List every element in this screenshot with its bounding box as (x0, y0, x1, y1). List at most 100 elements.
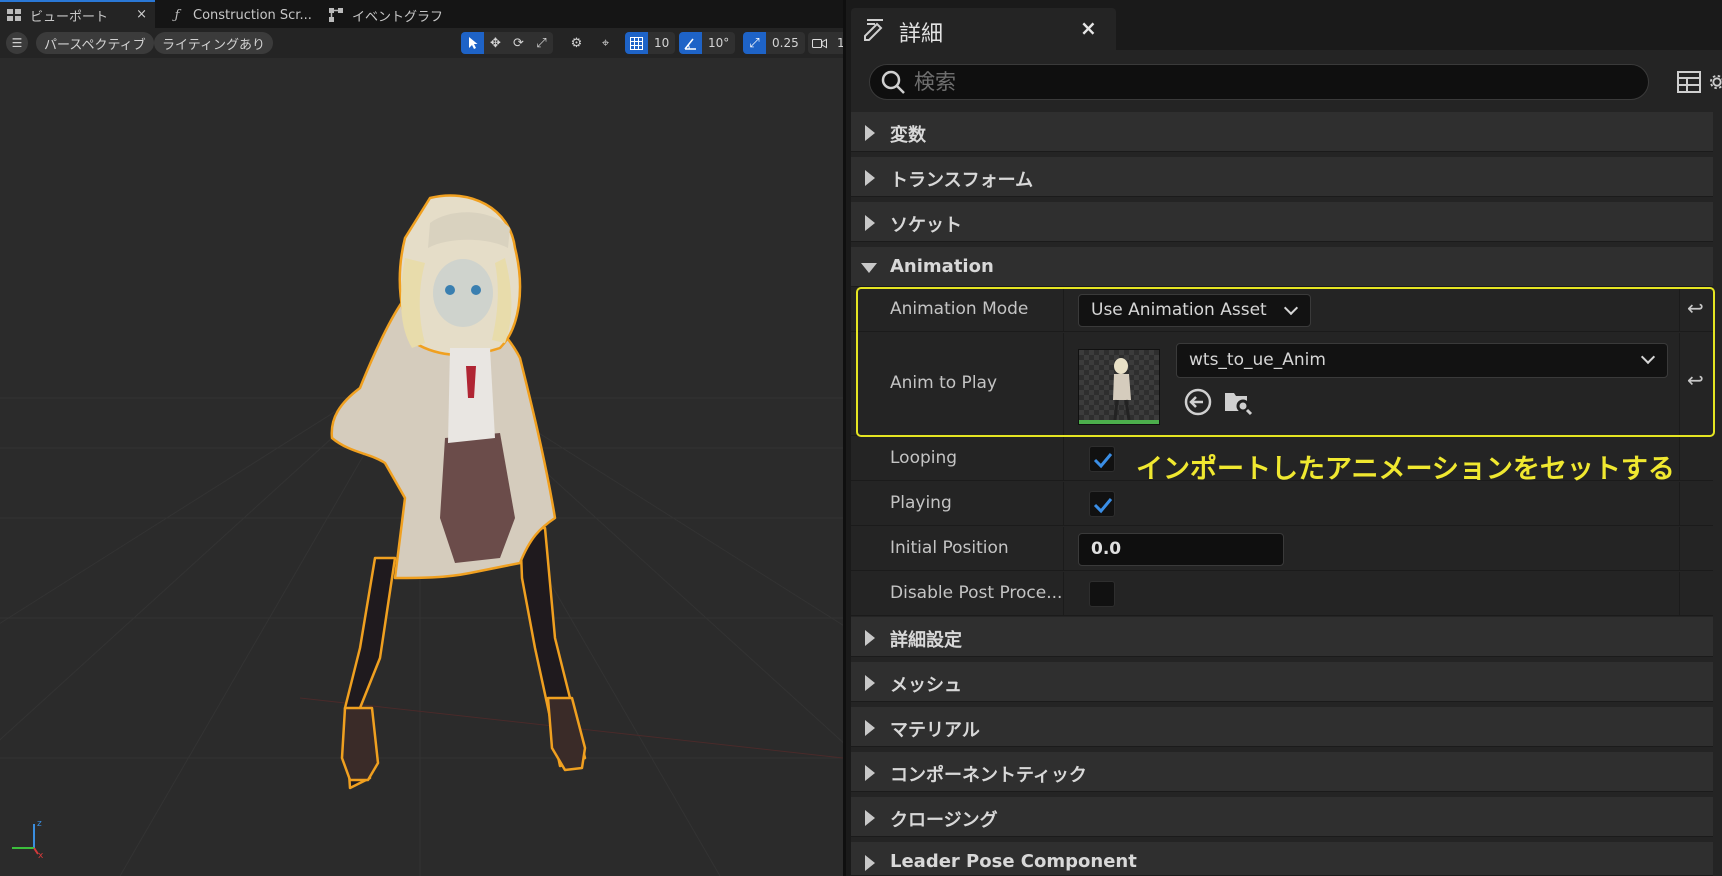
viewport-panel: ビューポート × ƒ Construction Scr... イベントグラフ ☰… (0, 0, 843, 876)
section-label: Leader Pose Component (890, 851, 1137, 872)
section-mesh[interactable]: メッシュ (851, 662, 1713, 702)
camera-speed-value[interactable]: 1 (831, 32, 843, 54)
rotate-tool-icon[interactable]: ⟳ (507, 32, 530, 54)
column-divider (1679, 482, 1680, 525)
tab-construction-script[interactable]: ƒ Construction Scr... (163, 2, 313, 28)
section-label: ソケット (890, 215, 962, 236)
section-materials[interactable]: マテリアル (851, 707, 1713, 747)
editor-window: ビューポート × ƒ Construction Scr... イベントグラフ ☰… (0, 0, 1722, 876)
expand-arrow-icon (865, 215, 875, 231)
rotation-snap-group: 10° (679, 32, 736, 54)
section-label: マテリアル (890, 720, 980, 741)
rotation-snap-value[interactable]: 10° (702, 32, 736, 54)
section-sockets[interactable]: ソケット (851, 202, 1713, 242)
search-input[interactable] (914, 67, 1634, 97)
svg-text:x: x (38, 851, 44, 858)
tab-label: イベントグラフ (352, 9, 444, 25)
graph-icon (328, 7, 344, 23)
section-transform[interactable]: トランスフォーム (851, 157, 1713, 197)
browse-asset-icon[interactable] (1223, 387, 1253, 417)
select-tool-icon[interactable] (461, 32, 484, 54)
section-label: トランスフォーム (890, 170, 1034, 191)
expand-arrow-icon (865, 810, 875, 826)
initial-position-input[interactable]: 0.0 (1078, 533, 1284, 566)
annotation-text: インポートしたアニメーションをセットする (1136, 454, 1675, 485)
looping-checkbox[interactable] (1089, 446, 1115, 472)
hamburger-menu-icon[interactable]: ☰ (6, 32, 28, 54)
anim-to-play-dropdown[interactable]: wts_to_ue_Anim (1176, 343, 1668, 378)
section-animation[interactable]: Animation (851, 247, 1713, 287)
details-tab[interactable]: 詳細 × (851, 8, 1116, 50)
column-divider (1679, 333, 1680, 435)
details-panel: 詳細 × 変 (843, 0, 1722, 876)
table-view-icon[interactable] (1676, 69, 1702, 95)
prop-label: Looping (890, 448, 958, 468)
tab-event-graph[interactable]: イベントグラフ (322, 2, 472, 28)
dropdown-value: wts_to_ue_Anim (1189, 350, 1326, 370)
checkmark-icon (1093, 453, 1113, 469)
prop-anim-to-play: Anim to Play wts_to_ue_Anim ↩ (851, 333, 1713, 436)
prop-playing: Playing (851, 482, 1713, 526)
expand-arrow-icon (865, 125, 875, 141)
scene-render (0, 194, 843, 876)
section-component-tick[interactable]: コンポーネントティック (851, 752, 1713, 792)
transform-tools: ✥ ⟳ ⤢ (461, 32, 553, 54)
prop-label: Animation Mode (890, 299, 1029, 319)
section-advanced[interactable]: 詳細設定 (851, 617, 1713, 657)
section-label: 変数 (890, 125, 926, 146)
grid-snap-group: 10 (625, 32, 676, 54)
character-model[interactable] (330, 194, 587, 790)
reset-to-default-icon[interactable]: ↩ (1687, 368, 1704, 392)
viewport-toolbar: ☰ パースペクティブ ライティングあり ✥ ⟳ ⤢ ⚙ ⌖ 10 10° ⤢ 0… (0, 28, 843, 58)
column-divider (1063, 572, 1064, 615)
prop-initial-position: Initial Position 0.0 (851, 527, 1713, 571)
column-divider (1679, 437, 1680, 480)
section-label: クロージング (890, 810, 998, 831)
section-variables[interactable]: 変数 (851, 112, 1713, 152)
close-icon[interactable]: × (1080, 16, 1097, 40)
world-space-icon[interactable]: ⚙ (565, 32, 588, 54)
disable-post-process-checkbox[interactable] (1089, 581, 1115, 607)
tab-label: Construction Scr... (193, 7, 312, 23)
section-clothing[interactable]: クロージング (851, 797, 1713, 837)
move-tool-icon[interactable]: ✥ (484, 32, 507, 54)
details-title: 詳細 (899, 22, 944, 47)
animation-mode-dropdown[interactable]: Use Animation Asset (1078, 294, 1311, 327)
grid-snap-icon[interactable] (625, 32, 648, 54)
surface-snap-icon[interactable]: ⌖ (594, 32, 617, 54)
chevron-down-icon (1283, 300, 1299, 316)
playing-checkbox[interactable] (1089, 491, 1115, 517)
prop-animation-mode: Animation Mode Use Animation Asset ↩ (851, 288, 1713, 332)
reset-to-default-icon[interactable]: ↩ (1687, 296, 1704, 320)
prop-label: Disable Post Proce... (890, 583, 1063, 603)
use-selected-asset-icon[interactable] (1183, 387, 1213, 417)
grid-snap-value[interactable]: 10 (648, 32, 676, 54)
asset-preview (1079, 350, 1159, 424)
section-leader-pose[interactable]: Leader Pose Component (851, 842, 1713, 876)
viewport-icon (6, 7, 22, 23)
3d-viewport-scene[interactable]: z x (0, 58, 843, 876)
camera-icon[interactable] (808, 32, 831, 54)
rotation-snap-icon[interactable] (679, 32, 702, 54)
checkmark-icon (1093, 498, 1113, 514)
lighting-button[interactable]: ライティングあり (154, 32, 273, 54)
scale-tool-icon[interactable]: ⤢ (530, 32, 553, 54)
search-icon (881, 70, 905, 94)
column-divider (1679, 527, 1680, 570)
perspective-button[interactable]: パースペクティブ (36, 32, 154, 54)
scale-snap-icon[interactable]: ⤢ (743, 32, 766, 54)
close-icon[interactable]: × (136, 7, 147, 22)
scale-snap-value[interactable]: 0.25 (766, 32, 805, 54)
section-label: 詳細設定 (890, 630, 962, 651)
search-box (869, 64, 1649, 100)
tab-label: ビューポート (30, 9, 109, 25)
anim-asset-thumbnail[interactable] (1078, 349, 1160, 425)
expand-arrow-icon (865, 675, 875, 691)
gear-icon[interactable] (1709, 69, 1722, 95)
column-divider (1063, 333, 1064, 435)
function-icon: ƒ (174, 7, 180, 23)
expand-arrow-icon (865, 630, 875, 646)
column-divider (1063, 437, 1064, 480)
expand-arrow-icon (865, 855, 875, 871)
tab-viewport[interactable]: ビューポート × (0, 0, 155, 28)
